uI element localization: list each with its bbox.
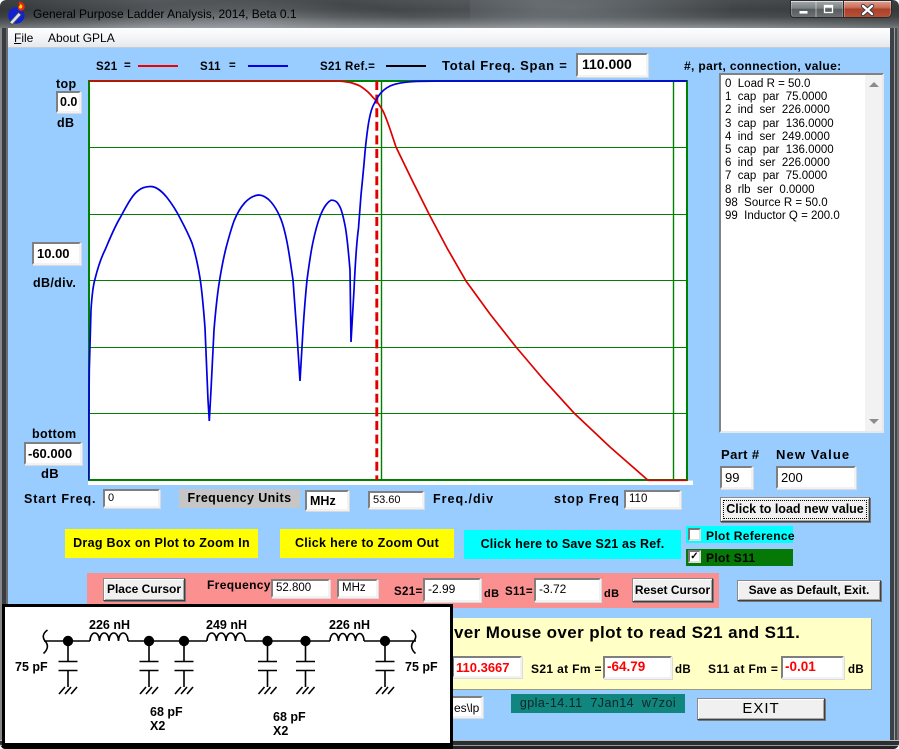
svg-text:226 nH: 226 nH (329, 618, 370, 632)
svg-text:68 pF: 68 pF (273, 710, 306, 724)
svg-text:75 pF: 75 pF (15, 660, 48, 674)
svg-text:X2: X2 (150, 719, 165, 733)
svg-text:249 nH: 249 nH (206, 618, 247, 632)
svg-text:226 nH: 226 nH (89, 618, 130, 632)
svg-text:X2: X2 (273, 724, 288, 738)
svg-text:75 pF: 75 pF (405, 660, 438, 674)
svg-text:68 pF: 68 pF (150, 705, 183, 719)
